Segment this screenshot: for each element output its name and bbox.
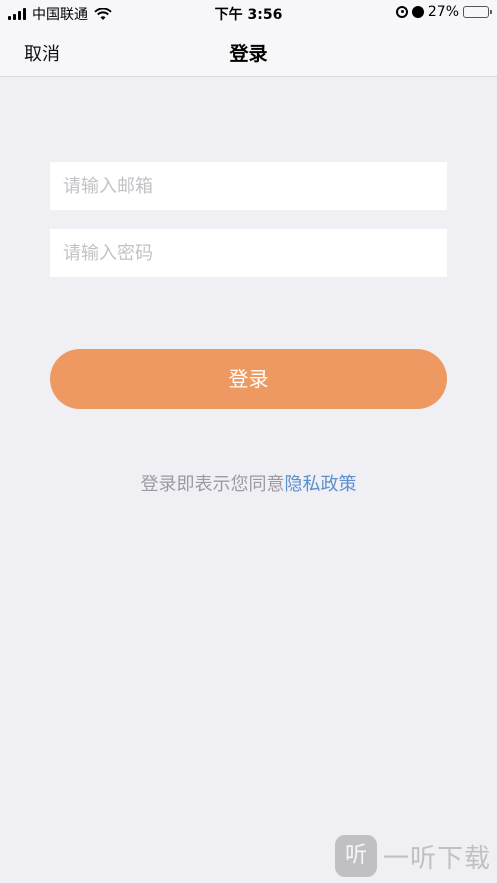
page-title: 登录 — [229, 43, 268, 65]
battery-percent: 27% — [427, 4, 459, 20]
privacy-agreement: 登录即表示您同意隐私政策 — [0, 470, 497, 496]
agreement-text: 登录即表示您同意 — [140, 474, 285, 495]
email-input[interactable] — [50, 162, 447, 210]
watermark-text: 一听下载 — [382, 843, 491, 874]
watermark-logo-icon: 听 — [334, 835, 377, 877]
watermark: 听 一听下载 — [334, 835, 491, 877]
battery-icon — [463, 6, 492, 18]
status-right: 27% — [395, 4, 492, 20]
alarm-icon — [411, 6, 424, 18]
orientation-lock-icon — [395, 6, 408, 18]
status-bar: 中国联通 下午 3:56 27% — [0, 0, 497, 26]
password-input[interactable] — [50, 229, 447, 277]
privacy-policy-link[interactable]: 隐私政策 — [285, 474, 357, 495]
login-button[interactable]: 登录 — [50, 349, 447, 409]
nav-bar: 取消 登录 — [0, 26, 497, 77]
